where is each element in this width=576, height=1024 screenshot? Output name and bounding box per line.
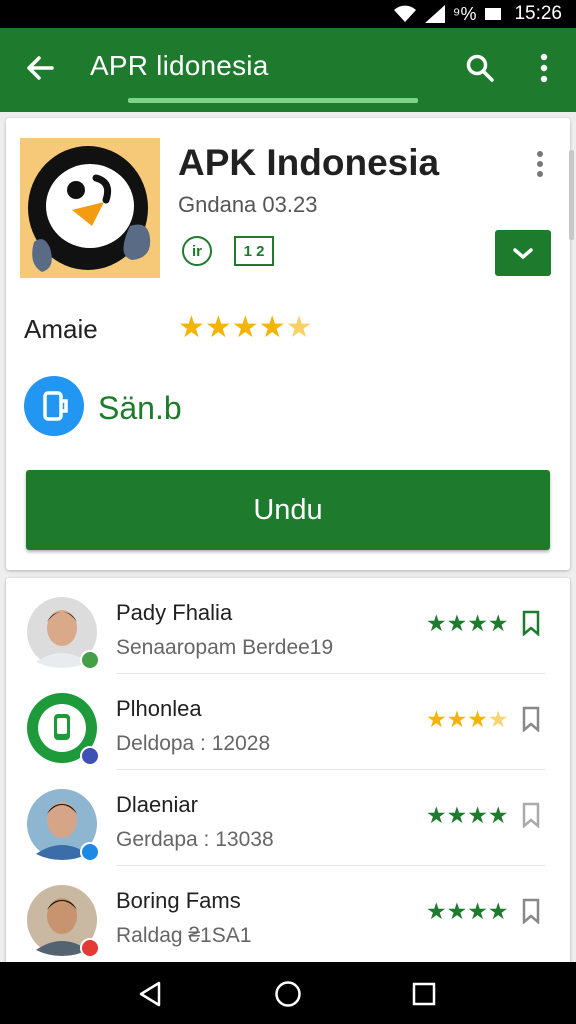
square-recents-icon [412, 982, 436, 1006]
reviewer-meta: Senaaropam Berdee19 [116, 636, 334, 659]
nav-home-button[interactable] [268, 974, 308, 1014]
star-icon: ★ [285, 311, 313, 344]
star-icon: ★ [426, 802, 447, 828]
status-dot [80, 746, 100, 766]
more-vert-icon [540, 53, 548, 83]
list-item[interactable]: Plhonlea Deldopa : 12028 ★★★★ [6, 674, 570, 770]
app-icon [20, 138, 160, 278]
search-button[interactable] [460, 48, 500, 88]
installed-check-button[interactable] [495, 230, 551, 276]
star-icon: ★ [487, 610, 509, 636]
status-bar: ⁹% 15:26 [0, 0, 576, 28]
app-name: APK Indonesia [178, 142, 440, 183]
bookmark-button[interactable] [518, 800, 544, 830]
star-icon: ★ [487, 706, 509, 732]
safe-label: Sän.b [98, 390, 182, 426]
star-icon: ★ [446, 802, 468, 828]
bookmark-icon [522, 610, 540, 636]
star-icon: ★ [487, 802, 509, 828]
star-icon: ★ [426, 898, 447, 924]
content-rating-badge: ir [182, 236, 212, 266]
star-icon: ★ [426, 610, 447, 636]
star-icon: ★ [426, 706, 447, 732]
review-stars: ★★★★ [426, 706, 509, 733]
status-dot [80, 938, 100, 958]
avatar [26, 596, 100, 670]
star-icon: ★ [446, 898, 468, 924]
reviewer-meta: Deldopa : 12028 [116, 732, 271, 755]
list-item[interactable]: Dlaeniar Gerdapa : 13038 ★★★★ [6, 770, 570, 866]
age-badge: 1 2 [234, 236, 274, 266]
reviewer-name: Plhonlea [116, 696, 202, 721]
bookmark-icon [522, 802, 540, 828]
bookmark-button[interactable] [518, 704, 544, 734]
review-list: Pady Fhalia Senaaropam Berdee19 ★★★★ Plh… [6, 578, 570, 968]
penguin-mascot-icon [20, 138, 160, 278]
star-icon: ★ [487, 898, 509, 924]
avatar [26, 692, 100, 766]
cell-signal-icon [424, 5, 445, 23]
star-icon: ★ [178, 311, 205, 344]
bookmark-button[interactable] [518, 608, 544, 638]
list-item[interactable]: Boring Fams Raldag ₴1SA1 ★★★★ [6, 866, 570, 962]
star-icon: ★ [467, 802, 488, 828]
nav-back-button[interactable] [130, 974, 170, 1014]
app-developer: Gndana 03.23 [178, 192, 318, 217]
star-icon: ★ [258, 311, 286, 344]
system-nav-bar [0, 962, 576, 1024]
reviewer-meta: Gerdapa : 13038 [116, 828, 274, 851]
app-detail-card: APK Indonesia Gndana 03.23 ir 1 2 Amaie … [6, 118, 570, 570]
wifi-icon [393, 5, 417, 23]
rating-label: Amaie [24, 314, 98, 344]
check-icon [513, 248, 533, 259]
triangle-back-icon [139, 981, 161, 1007]
star-icon: ★ [204, 311, 232, 344]
overflow-menu-button[interactable] [526, 48, 562, 88]
status-dot [80, 650, 100, 670]
phone-shield-icon [43, 391, 68, 421]
avatar [26, 788, 100, 862]
bookmark-button[interactable] [518, 896, 544, 926]
review-stars: ★★★★ [426, 898, 509, 925]
safe-badge-icon [24, 376, 84, 436]
circle-home-icon [275, 981, 301, 1007]
star-icon: ★ [467, 898, 488, 924]
more-vert-icon [537, 151, 543, 177]
reviewer-name: Boring Fams [116, 888, 241, 913]
rating-stars: ★★★★★ [178, 310, 313, 345]
reviewer-name: Pady Fhalia [116, 600, 233, 625]
star-icon: ★ [446, 610, 468, 636]
review-stars: ★★★★ [426, 610, 509, 637]
review-stars: ★★★★ [426, 802, 509, 829]
tab-indicator [128, 98, 418, 103]
search-icon [466, 54, 494, 82]
star-icon: ★ [446, 706, 468, 732]
arrow-left-icon [27, 56, 54, 80]
battery-icon [484, 7, 502, 21]
nav-recents-button[interactable] [404, 974, 444, 1014]
reviewer-name: Dlaeniar [116, 792, 198, 817]
scrollbar[interactable] [569, 150, 574, 240]
app-bar-title: APR lidonesia [90, 50, 269, 81]
avatar [26, 884, 100, 958]
signal-percent-label: ⁹% [452, 3, 477, 24]
bookmark-icon [522, 706, 540, 732]
list-item[interactable]: Pady Fhalia Senaaropam Berdee19 ★★★★ [6, 578, 570, 674]
star-icon: ★ [467, 610, 488, 636]
star-icon: ★ [467, 706, 488, 732]
back-button[interactable] [20, 48, 60, 88]
reviewer-meta: Raldag ₴1SA1 [116, 924, 252, 947]
status-dot [80, 842, 100, 862]
app-bar: APR lidonesia [0, 28, 576, 112]
card-overflow-button[interactable] [526, 146, 554, 182]
download-button[interactable]: Undu [26, 470, 550, 550]
bookmark-icon [522, 898, 540, 924]
star-icon: ★ [231, 311, 259, 344]
status-time: 15:26 [514, 3, 562, 24]
